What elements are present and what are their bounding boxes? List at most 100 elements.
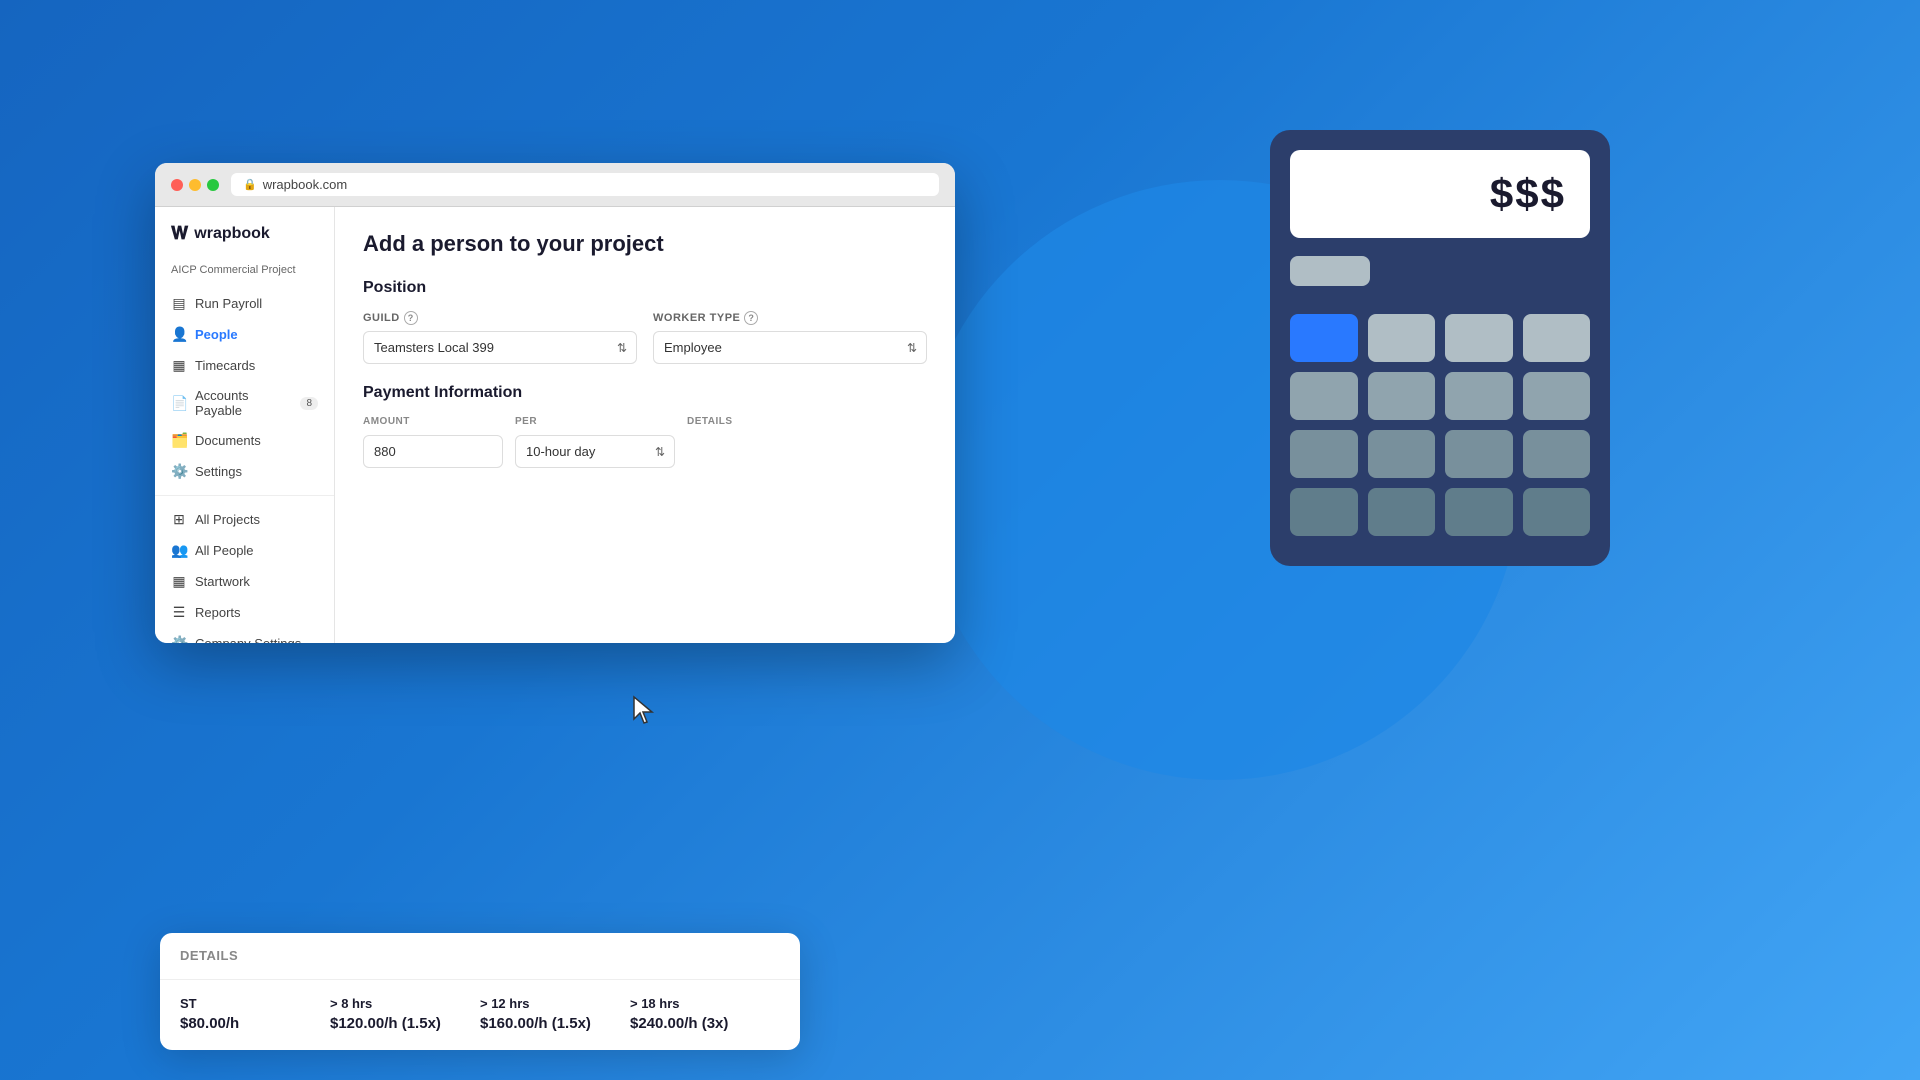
calc-btn-gm3[interactable] [1445, 372, 1513, 420]
calculator-display: $$$ [1290, 150, 1590, 238]
calc-btn-gl3[interactable] [1523, 314, 1591, 362]
browser-chrome: 🔒 wrapbook.com [155, 163, 955, 207]
guild-select-wrapper: Teamsters Local 399 ⇅ [363, 331, 637, 364]
sidebar-logo-text: wrapbook [194, 225, 270, 243]
sidebar-item-documents[interactable]: 🗂️ Documents [155, 425, 334, 456]
calc-btn-gl2[interactable] [1445, 314, 1513, 362]
details-col-12hrs: > 12 hrs $160.00/h (1.5x) [480, 996, 630, 1032]
startwork-label: Startwork [195, 574, 250, 589]
calc-btn-blue[interactable] [1290, 314, 1358, 362]
calc-btn-gd4[interactable] [1523, 430, 1591, 478]
calc-btn-gl1[interactable] [1368, 314, 1436, 362]
address-bar[interactable]: 🔒 wrapbook.com [231, 173, 939, 196]
details-popup-header: DETAILS [160, 933, 800, 980]
sidebar-project-name: AICP Commercial Project [155, 260, 334, 288]
calc-btn-gdr2[interactable] [1368, 488, 1436, 536]
reports-icon: ☰ [171, 604, 187, 621]
sidebar-item-all-projects[interactable]: ⊞ All Projects [155, 504, 334, 535]
timecards-label: Timecards [195, 358, 255, 373]
page-title: Add a person to your project [363, 231, 927, 257]
calc-row-3 [1290, 430, 1590, 478]
settings-label: Settings [195, 464, 242, 479]
all-projects-label: All Projects [195, 512, 260, 527]
amount-input[interactable] [363, 435, 503, 468]
per-column-header: PER [515, 416, 675, 427]
guild-help-icon[interactable]: ? [404, 311, 418, 325]
sidebar-item-accounts-payable[interactable]: 📄 Accounts Payable 8 [155, 381, 334, 425]
documents-label: Documents [195, 433, 261, 448]
browser-content: 𝐖 wrapbook AICP Commercial Project ▤ Run… [155, 207, 955, 643]
sidebar-item-run-payroll[interactable]: ▤ Run Payroll [155, 288, 334, 319]
calculator-widget: $$$ [1270, 130, 1610, 566]
details-col-18hrs-label: > 18 hrs [630, 996, 780, 1011]
worker-type-select[interactable]: Employee [653, 331, 927, 364]
details-col-st-label: ST [180, 996, 330, 1011]
main-content: Add a person to your project Position Gu… [335, 207, 955, 643]
calc-btn-gdr4[interactable] [1523, 488, 1591, 536]
wrapbook-logo-icon: 𝐖 [171, 223, 188, 244]
maximize-dot[interactable] [207, 179, 219, 191]
calc-btn-gd3[interactable] [1445, 430, 1513, 478]
details-popup: DETAILS ST $80.00/h > 8 hrs $120.00/h (1… [160, 933, 800, 1050]
settings-icon: ⚙️ [171, 463, 187, 480]
people-icon: 👤 [171, 326, 187, 343]
worker-type-form-group: Worker type ? Employee ⇅ [653, 311, 927, 364]
reports-label: Reports [195, 605, 241, 620]
details-col-8hrs: > 8 hrs $120.00/h (1.5x) [330, 996, 480, 1032]
minimize-dot[interactable] [189, 179, 201, 191]
people-label: People [195, 327, 238, 342]
company-settings-icon: ⚙️ [171, 635, 187, 643]
sidebar-divider [155, 495, 334, 496]
lock-icon: 🔒 [243, 178, 257, 191]
amount-column-header: AMOUNT [363, 416, 503, 427]
browser-window: 🔒 wrapbook.com 𝐖 wrapbook AICP Commercia… [155, 163, 955, 643]
worker-type-select-wrapper: Employee ⇅ [653, 331, 927, 364]
all-people-label: All People [195, 543, 254, 558]
payment-section: Payment Information AMOUNT PER DETAILS 1… [363, 384, 927, 468]
details-column-header: DETAILS [687, 416, 927, 427]
sidebar-item-settings[interactable]: ⚙️ Settings [155, 456, 334, 487]
guild-form-group: Guild ? Teamsters Local 399 ⇅ [363, 311, 637, 364]
calc-btn-gdr1[interactable] [1290, 488, 1358, 536]
address-text: wrapbook.com [263, 177, 348, 192]
details-col-8hrs-label: > 8 hrs [330, 996, 480, 1011]
sidebar-logo: 𝐖 wrapbook [155, 223, 334, 260]
guild-label: Guild ? [363, 311, 637, 325]
worker-type-label: Worker type ? [653, 311, 927, 325]
guild-select[interactable]: Teamsters Local 399 [363, 331, 637, 364]
all-people-icon: 👥 [171, 542, 187, 559]
calc-btn-gdr3[interactable] [1445, 488, 1513, 536]
calc-btn-gd2[interactable] [1368, 430, 1436, 478]
per-select[interactable]: 10-hour day Hour Day Week Flat [515, 435, 675, 468]
position-form-row: Guild ? Teamsters Local 399 ⇅ Worker typ… [363, 311, 927, 364]
calc-btn-gm1[interactable] [1290, 372, 1358, 420]
details-popup-title: DETAILS [180, 948, 238, 963]
accounts-payable-label: Accounts Payable [195, 388, 292, 418]
sidebar-item-company-settings[interactable]: ⚙️ Company Settings [155, 628, 334, 643]
details-col-st-value: $80.00/h [180, 1015, 330, 1032]
details-col-st: ST $80.00/h [180, 996, 330, 1032]
sidebar-item-reports[interactable]: ☰ Reports [155, 597, 334, 628]
close-dot[interactable] [171, 179, 183, 191]
calc-btn-gm2[interactable] [1368, 372, 1436, 420]
payment-row: 10-hour day Hour Day Week Flat ⇅ [363, 435, 927, 468]
details-col-12hrs-value: $160.00/h (1.5x) [480, 1015, 630, 1032]
documents-icon: 🗂️ [171, 432, 187, 449]
accounts-payable-badge: 8 [300, 397, 318, 410]
run-payroll-label: Run Payroll [195, 296, 262, 311]
sidebar-item-all-people[interactable]: 👥 All People [155, 535, 334, 566]
calc-btn-gd1[interactable] [1290, 430, 1358, 478]
sidebar-item-timecards[interactable]: ▦ Timecards [155, 350, 334, 381]
calc-row-4 [1290, 488, 1590, 536]
company-settings-label: Company Settings [195, 636, 301, 643]
details-col-12hrs-label: > 12 hrs [480, 996, 630, 1011]
sidebar-item-startwork[interactable]: ▦ Startwork [155, 566, 334, 597]
timecards-icon: ▦ [171, 357, 187, 374]
details-col-8hrs-value: $120.00/h (1.5x) [330, 1015, 480, 1032]
sidebar: 𝐖 wrapbook AICP Commercial Project ▤ Run… [155, 207, 335, 643]
sidebar-item-people[interactable]: 👤 People [155, 319, 334, 350]
calc-btn-gm4[interactable] [1523, 372, 1591, 420]
position-section-title: Position [363, 279, 927, 297]
details-popup-row: ST $80.00/h > 8 hrs $120.00/h (1.5x) > 1… [160, 980, 800, 1050]
worker-type-help-icon[interactable]: ? [744, 311, 758, 325]
